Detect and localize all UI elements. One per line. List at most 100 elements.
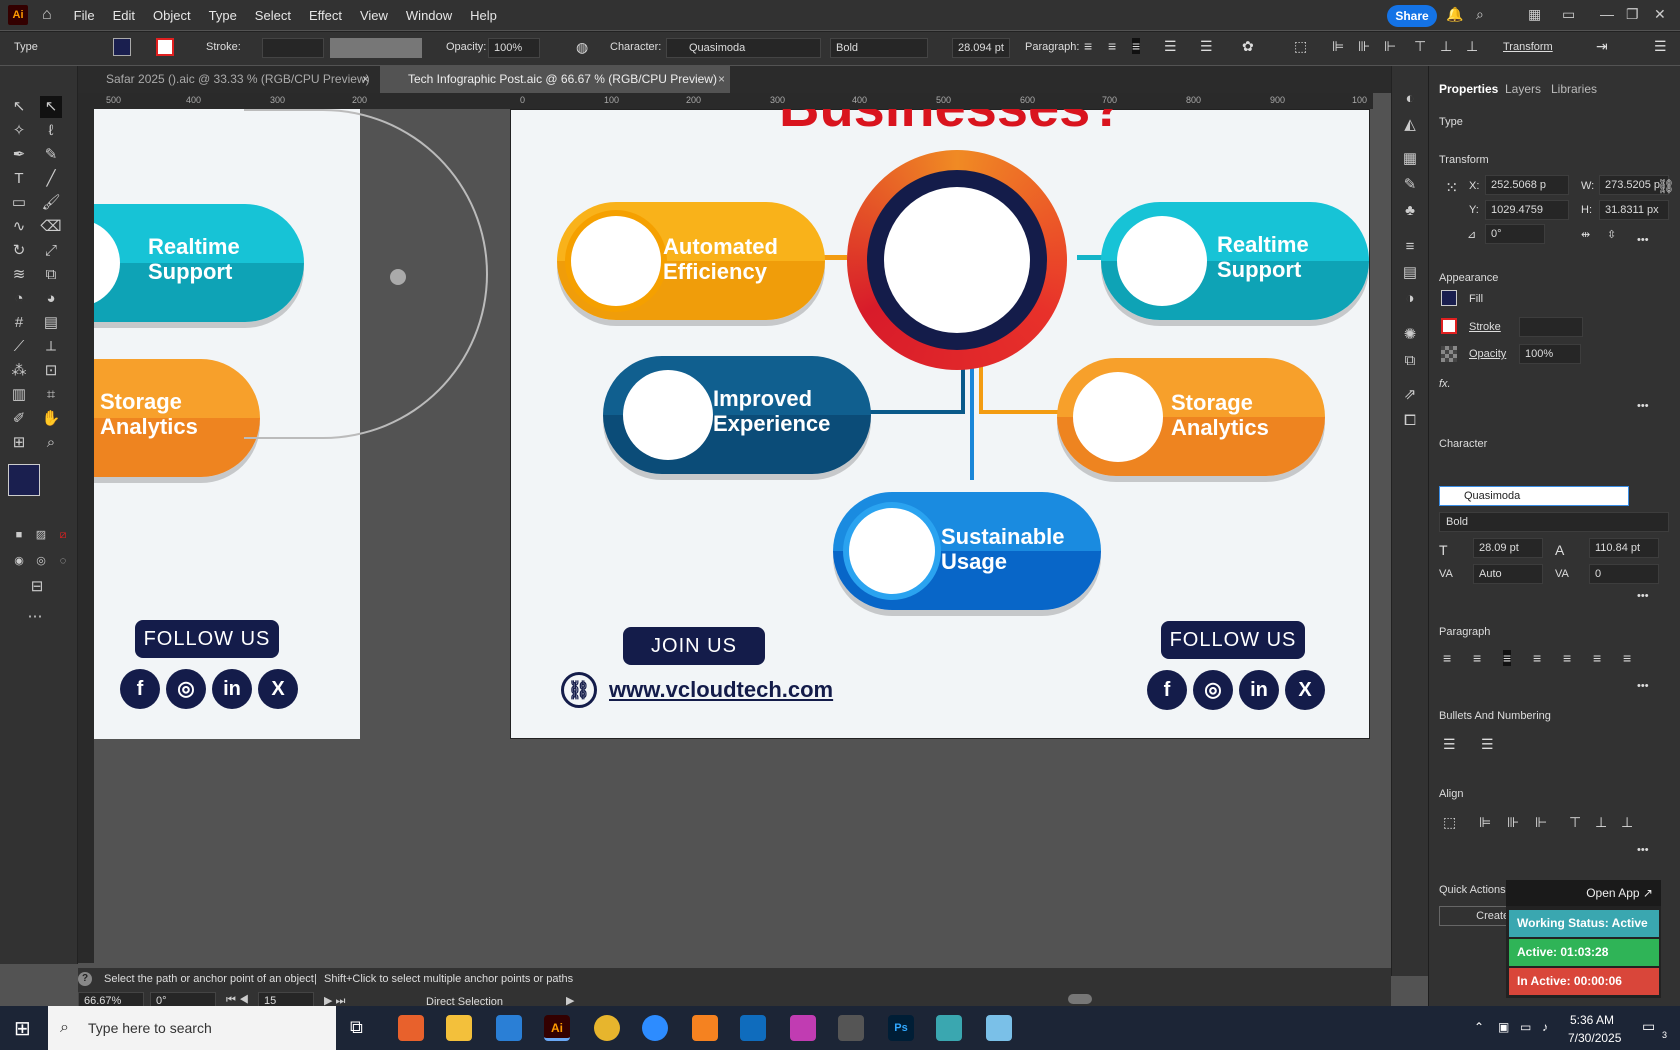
- type-tool-icon[interactable]: T: [8, 168, 30, 190]
- appearance-icon[interactable]: ✺: [1399, 324, 1421, 346]
- align-hcenter-icon[interactable]: ⊪: [1507, 814, 1519, 831]
- direct-selection-tool-icon[interactable]: ↖: [40, 96, 62, 118]
- brushes-icon[interactable]: ✎: [1399, 174, 1421, 196]
- curvature-tool-icon[interactable]: ✎: [40, 144, 62, 166]
- home-icon[interactable]: ⌂: [42, 6, 52, 24]
- graphic-styles-icon[interactable]: ♣: [1399, 200, 1421, 222]
- y-input[interactable]: 1029.4759: [1485, 200, 1569, 220]
- measure-icon[interactable]: ⟂: [40, 336, 62, 358]
- paintbrush-icon[interactable]: 🖌: [40, 192, 62, 214]
- bullets-icon[interactable]: ☰: [1164, 38, 1177, 55]
- open-app-button[interactable]: Open App ↗: [1506, 880, 1661, 906]
- screen-mode-icon[interactable]: ⊟: [26, 576, 48, 598]
- symbols-icon[interactable]: ▦: [1399, 148, 1421, 170]
- illustrator-taskbar-icon[interactable]: Ai: [544, 1015, 570, 1041]
- horizontal-scrollbar[interactable]: [1068, 994, 1092, 1004]
- taskbar-search[interactable]: ⌕ Type here to search: [48, 1006, 336, 1050]
- menu-type[interactable]: Type: [209, 8, 237, 23]
- perspective-icon[interactable]: ✐: [8, 408, 30, 430]
- image-trace-icon[interactable]: ⧉: [1399, 350, 1421, 372]
- align-center-icon[interactable]: ≡: [1108, 38, 1116, 54]
- artboard-tool-icon[interactable]: ⊡: [40, 360, 62, 382]
- network-icon[interactable]: ▭: [1520, 1020, 1531, 1034]
- shape-builder-icon[interactable]: ◔: [8, 288, 30, 310]
- restore-icon[interactable]: ❐: [1626, 6, 1639, 23]
- line-tool-icon[interactable]: ╱: [40, 168, 62, 190]
- photoshop-icon[interactable]: Ps: [888, 1015, 914, 1041]
- mesh-tool-icon[interactable]: #: [8, 312, 30, 334]
- more-options-icon[interactable]: •••: [1637, 680, 1649, 692]
- pen-tool-icon[interactable]: ✒: [8, 144, 30, 166]
- glyphs-icon[interactable]: ✿: [1242, 38, 1254, 55]
- app-icon[interactable]: [936, 1015, 962, 1041]
- stroke-weight-input[interactable]: [1519, 317, 1583, 337]
- tab-layers[interactable]: Layers: [1505, 82, 1541, 96]
- brush-dropdown[interactable]: [330, 38, 422, 58]
- xampp-icon[interactable]: [692, 1015, 718, 1041]
- share-button[interactable]: Share: [1387, 5, 1437, 27]
- swatches-icon[interactable]: ◭: [1399, 114, 1421, 136]
- panel-menu-icon[interactable]: ☰: [1654, 38, 1667, 55]
- workspace-icon[interactable]: ▦: [1528, 6, 1541, 23]
- align-left-edges-icon[interactable]: ⊫: [1332, 38, 1344, 55]
- none-mode-icon[interactable]: ⧄: [52, 524, 74, 546]
- slice-tool-icon[interactable]: ⌗: [40, 384, 62, 406]
- task-view-icon[interactable]: ⧉: [350, 1017, 363, 1038]
- align-left-icon[interactable]: ≡: [1443, 650, 1451, 666]
- magic-wand-icon[interactable]: ✧: [8, 120, 30, 142]
- justify-center-icon[interactable]: ≡: [1563, 650, 1571, 666]
- draw-inside-icon[interactable]: ◌: [52, 550, 74, 572]
- chrome-icon[interactable]: [594, 1015, 620, 1041]
- fill-color-box[interactable]: [8, 464, 40, 496]
- menu-help[interactable]: Help: [470, 8, 497, 23]
- align-top-icon[interactable]: ⊤: [1569, 814, 1581, 831]
- firefox-icon[interactable]: [398, 1015, 424, 1041]
- graph-tool-icon[interactable]: ▥: [8, 384, 30, 406]
- menu-object[interactable]: Object: [153, 8, 191, 23]
- transform-link[interactable]: Transform: [1503, 41, 1553, 53]
- rotation-input[interactable]: 0°: [1485, 224, 1545, 244]
- stroke-panel-icon[interactable]: ≡: [1399, 236, 1421, 258]
- isolate-icon[interactable]: ⇥: [1596, 38, 1608, 55]
- more-options-icon[interactable]: •••: [1637, 400, 1649, 412]
- align-right-edges-icon[interactable]: ⊩: [1384, 38, 1396, 55]
- x-input[interactable]: 252.5068 p: [1485, 175, 1569, 195]
- hand-tool-icon[interactable]: ✋: [40, 408, 62, 430]
- export-icon[interactable]: ⇗: [1399, 384, 1421, 406]
- more-tools-icon[interactable]: ⋯: [24, 606, 46, 628]
- close-icon[interactable]: ✕: [1654, 6, 1666, 23]
- gradient-mode-icon[interactable]: ▨: [30, 524, 52, 546]
- menu-window[interactable]: Window: [406, 8, 452, 23]
- minimize-icon[interactable]: —: [1600, 6, 1614, 22]
- canvas[interactable]: Realtime Support Storage Analytics FOLLOW …: [94, 109, 1370, 968]
- color-mode-icon[interactable]: ■: [8, 524, 30, 546]
- align-left-icon[interactable]: ≡: [1084, 38, 1092, 54]
- vscode-icon[interactable]: [496, 1015, 522, 1041]
- shaper-tool-icon[interactable]: ∿: [8, 216, 30, 238]
- menu-file[interactable]: File: [74, 8, 95, 23]
- opacity-input[interactable]: 100%: [488, 38, 540, 58]
- eraser-icon[interactable]: ⌫: [40, 216, 62, 238]
- justify-right-icon[interactable]: ≡: [1593, 650, 1601, 666]
- flip-vertical-icon[interactable]: ⇳: [1607, 228, 1616, 241]
- clock-time[interactable]: 5:36 AM: [1570, 1013, 1614, 1027]
- symbol-sprayer-icon[interactable]: ⁂: [8, 360, 30, 382]
- align-hcenter-icon[interactable]: ⊪: [1358, 38, 1370, 55]
- font-family-input[interactable]: Quasimoda: [1439, 486, 1629, 506]
- font-size-input[interactable]: 28.09 pt: [1473, 538, 1543, 558]
- dial-knob[interactable]: [390, 269, 406, 285]
- rotate-tool-icon[interactable]: ↻: [8, 240, 30, 262]
- file-explorer-icon[interactable]: [446, 1015, 472, 1041]
- selection-tool-icon[interactable]: ↖: [8, 96, 30, 118]
- font-style-dropdown[interactable]: Bold: [830, 38, 928, 58]
- opacity-input[interactable]: 100%: [1519, 344, 1581, 364]
- align-right-icon[interactable]: ≡: [1503, 650, 1512, 666]
- tab-libraries[interactable]: Libraries: [1551, 82, 1597, 96]
- numbering-icon[interactable]: ☰: [1200, 38, 1213, 55]
- fill-swatch[interactable]: [113, 38, 131, 56]
- arrange-icon[interactable]: ▭: [1562, 6, 1575, 23]
- draw-behind-icon[interactable]: ◎: [30, 550, 52, 572]
- zoom-app-icon[interactable]: [642, 1015, 668, 1041]
- stroke-label[interactable]: Stroke: [1469, 321, 1501, 333]
- menu-edit[interactable]: Edit: [113, 8, 135, 23]
